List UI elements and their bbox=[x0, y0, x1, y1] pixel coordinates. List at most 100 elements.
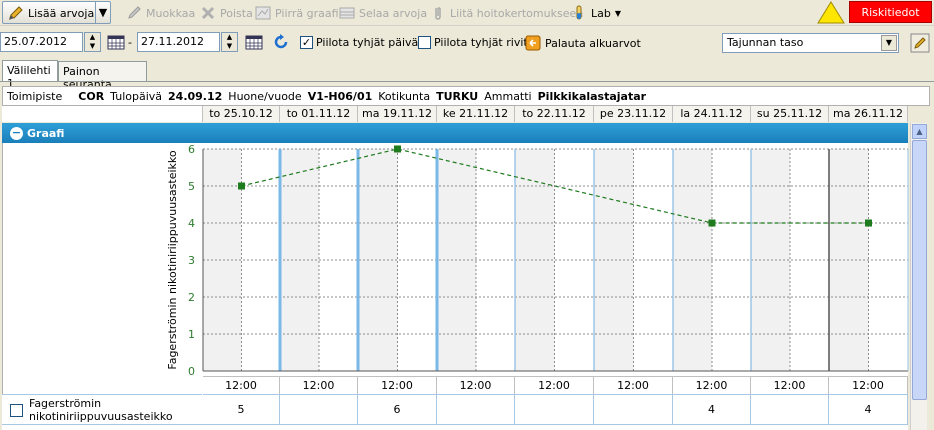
risk-info-label: Riskitiedot bbox=[861, 5, 920, 19]
draw-graph-label: Piirrä graafi bbox=[275, 6, 339, 20]
graph-panel-title: Graafi bbox=[27, 126, 65, 140]
add-values-button[interactable]: Lisää arvoja ▼ bbox=[2, 1, 111, 24]
value-cell[interactable] bbox=[751, 394, 829, 424]
warning-icon[interactable] bbox=[817, 1, 845, 24]
next-row bbox=[2, 424, 908, 430]
date-column-header[interactable]: ke 21.11.12 bbox=[437, 106, 515, 122]
chevron-down-icon[interactable]: ▼ bbox=[881, 35, 897, 51]
browse-values-label: Selaa arvoja bbox=[359, 6, 428, 20]
value-cell[interactable]: 6 bbox=[358, 394, 437, 424]
chevron-down-icon: ▼ bbox=[98, 6, 108, 19]
y-tick-label: 5 bbox=[188, 180, 195, 193]
data-point bbox=[708, 219, 716, 227]
home-value: TURKU bbox=[436, 89, 479, 103]
date-column-header[interactable]: la 24.11.12 bbox=[673, 106, 751, 122]
data-point bbox=[865, 219, 872, 227]
spin-up-icon: ▲ bbox=[89, 33, 96, 41]
attach-label: Liitä hoitokertomukseen bbox=[450, 6, 584, 20]
tab-divider bbox=[0, 81, 934, 82]
vertical-scrollbar[interactable]: ▲ bbox=[910, 123, 927, 430]
value-cell[interactable]: 4 bbox=[673, 394, 751, 424]
date-column-header[interactable]: to 22.11.12 bbox=[515, 106, 594, 122]
spin-down-icon: ▼ bbox=[226, 42, 233, 50]
job-label: Ammatti bbox=[484, 89, 532, 103]
edit-icon bbox=[128, 6, 141, 19]
line-chart: 0 1 2 3 4 5 6 bbox=[188, 143, 909, 378]
date-column-header[interactable]: su 25.11.12 bbox=[751, 106, 829, 122]
scroll-up-icon[interactable]: ▲ bbox=[912, 124, 927, 139]
y-tick-label: 0 bbox=[188, 365, 195, 378]
date-column-header[interactable]: pe 23.11.12 bbox=[594, 106, 673, 122]
room-label: Huone/vuode bbox=[228, 89, 302, 103]
tab-painon-seuranta[interactable]: Painon seuranta bbox=[58, 61, 147, 91]
value-cell[interactable] bbox=[515, 394, 594, 424]
row-checkbox[interactable] bbox=[10, 404, 23, 417]
end-date-spinner[interactable]: ▲ ▼ bbox=[221, 32, 238, 52]
value-cell[interactable] bbox=[594, 394, 673, 424]
reset-defaults-button[interactable]: Palauta alkuarvot bbox=[525, 32, 641, 54]
delete-button[interactable]: Poista bbox=[200, 2, 253, 24]
toolbar: Lisää arvoja ▼ Muokkaa Poista Piirrä gra… bbox=[0, 0, 934, 26]
row-header: Fagerströmin nikotiniriippuvuusasteikko bbox=[2, 394, 202, 424]
y-tick-label: 3 bbox=[188, 254, 195, 267]
date-column-header[interactable]: ma 26.11.12 bbox=[829, 106, 908, 122]
time-cell: 12:00 bbox=[829, 376, 908, 394]
time-cell: 12:00 bbox=[751, 376, 829, 394]
time-cell: 12:00 bbox=[515, 376, 594, 394]
date-column-header[interactable]: ma 19.11.12 bbox=[358, 106, 437, 122]
attach-to-record-button[interactable]: Liitä hoitokertomukseen bbox=[430, 2, 583, 24]
end-date-field[interactable]: 27.11.2012 bbox=[137, 32, 220, 52]
time-cell: 12:00 bbox=[437, 376, 515, 394]
add-values-dropdown-arrow[interactable]: ▼ bbox=[95, 2, 110, 23]
date-column-header[interactable]: to 25.10.12 bbox=[203, 106, 280, 122]
spin-up-icon: ▲ bbox=[226, 33, 233, 41]
chevron-down-icon: ▼ bbox=[614, 8, 622, 18]
level-select-value: Tajunnan taso bbox=[727, 36, 804, 49]
refresh-icon[interactable] bbox=[272, 33, 290, 51]
test-tube-icon bbox=[576, 5, 582, 20]
unit-value: COR bbox=[78, 89, 105, 103]
value-cell[interactable] bbox=[280, 394, 358, 424]
value-cell[interactable]: 5 bbox=[203, 394, 280, 424]
date-header-spacer bbox=[2, 106, 203, 122]
hide-empty-days-checkbox[interactable]: ✓ bbox=[300, 36, 313, 49]
graph-panel-header[interactable]: − Graafi bbox=[2, 123, 908, 143]
calendar-icon[interactable] bbox=[245, 34, 263, 50]
level-select[interactable]: Tajunnan taso ▼ bbox=[722, 33, 899, 53]
arrival-label: Tulopäivä bbox=[110, 89, 163, 103]
y-tick-label: 1 bbox=[188, 328, 195, 341]
lab-menu-button[interactable]: Lab ▼ bbox=[571, 2, 621, 24]
time-cell: 12:00 bbox=[203, 376, 280, 394]
start-date-spinner[interactable]: ▲ ▼ bbox=[84, 32, 101, 52]
date-column-header[interactable]: to 01.11.12 bbox=[280, 106, 358, 122]
collapse-icon[interactable]: − bbox=[10, 126, 23, 140]
row-label-line2: nikotiniriippuvuusasteikko bbox=[29, 410, 173, 423]
tab-valilehti-1[interactable]: Välilehti 1 bbox=[2, 60, 58, 90]
delete-x-icon bbox=[201, 6, 215, 20]
value-cell[interactable] bbox=[437, 394, 515, 424]
scroll-thumb[interactable] bbox=[912, 140, 927, 400]
edit-settings-icon[interactable] bbox=[910, 33, 930, 53]
hide-empty-days-label: Piilota tyhjät päivät bbox=[316, 36, 423, 49]
draw-graph-button[interactable]: Piirrä graafi bbox=[255, 2, 339, 24]
reset-defaults-label: Palauta alkuarvot bbox=[545, 36, 641, 50]
hide-empty-rows-checkbox[interactable] bbox=[418, 36, 431, 49]
y-tick-label: 4 bbox=[188, 217, 195, 230]
pencil-icon bbox=[9, 6, 23, 20]
unit-label: Toimipiste bbox=[7, 89, 63, 103]
hide-empty-rows-label: Piilota tyhjät rivit bbox=[434, 36, 528, 49]
edit-button[interactable]: Muokkaa bbox=[126, 2, 195, 24]
time-cell: 12:00 bbox=[358, 376, 437, 394]
browse-values-button[interactable]: Selaa arvoja bbox=[339, 2, 427, 24]
delete-label: Poista bbox=[220, 6, 253, 20]
start-date-field[interactable]: 25.07.2012 bbox=[0, 32, 83, 52]
calendar-icon[interactable] bbox=[107, 34, 125, 50]
edit-label: Muokkaa bbox=[146, 6, 196, 20]
value-cell[interactable]: 4 bbox=[829, 394, 908, 424]
date-range-separator: - bbox=[128, 36, 132, 49]
data-point bbox=[394, 145, 401, 153]
time-cell: 12:00 bbox=[673, 376, 751, 394]
risk-info-button[interactable]: Riskitiedot bbox=[849, 1, 932, 23]
time-cell: 12:00 bbox=[280, 376, 358, 394]
lab-label: Lab bbox=[591, 6, 611, 20]
